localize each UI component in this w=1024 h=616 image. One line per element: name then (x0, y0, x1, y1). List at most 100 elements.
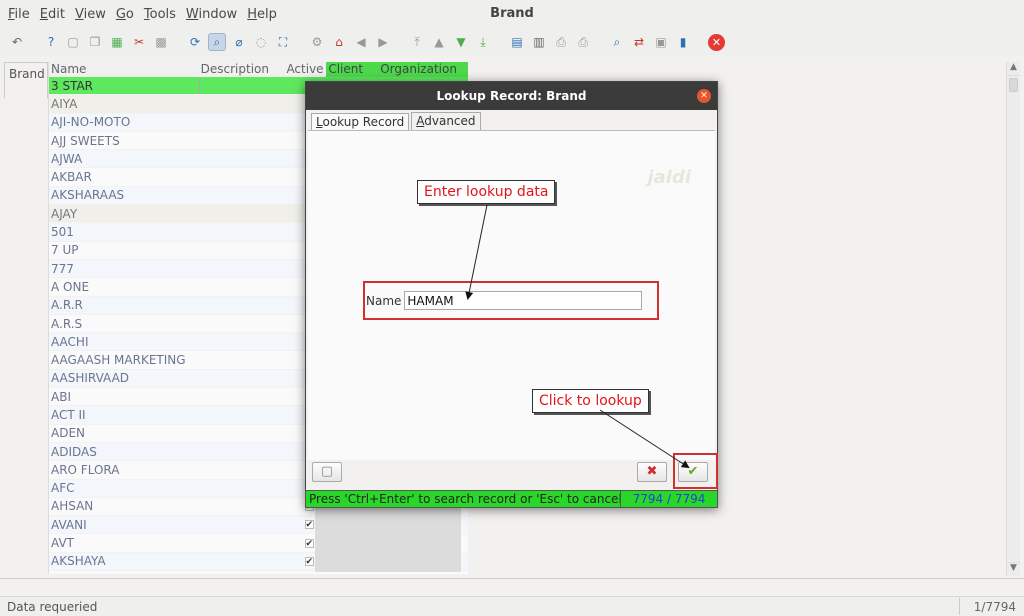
fullscreen-icon[interactable]: ⛶ (274, 33, 292, 51)
column-header-active[interactable]: Active (284, 62, 326, 77)
menu-edit[interactable]: Edit (35, 7, 70, 22)
scroll-up-icon[interactable]: ▲ (1007, 62, 1020, 76)
column-header-description[interactable]: Description (199, 62, 285, 77)
cell-description (199, 516, 299, 533)
cell-name: A ONE (51, 279, 90, 294)
cell-description (199, 223, 299, 240)
cell-name: 3 STAR (51, 78, 94, 93)
cell-description (199, 351, 299, 368)
new-record-button[interactable]: ▢ (312, 462, 342, 482)
tab-brand[interactable]: Brand (4, 62, 48, 98)
active-checkbox[interactable]: ✔ (304, 538, 314, 548)
settings-icon[interactable]: ⚙ (308, 33, 326, 51)
cell-name: AKBAR (51, 170, 92, 185)
column-header-client[interactable]: Client (326, 62, 379, 77)
print-preview-icon[interactable]: ⎙ (574, 33, 592, 51)
cell-description (199, 461, 299, 478)
cell-description (199, 114, 299, 131)
menu-view[interactable]: View (70, 7, 111, 22)
next-icon[interactable]: ▼ (452, 33, 470, 51)
menu-file[interactable]: File (3, 7, 35, 22)
cell-name: 501 (51, 225, 74, 240)
cell-description (199, 315, 299, 332)
vertical-scrollbar[interactable]: ▲ ▼ (1006, 62, 1020, 576)
cell-name: AFC (51, 481, 75, 496)
find-icon[interactable]: ⌕ (208, 33, 226, 51)
product-icon[interactable]: ▣ (652, 33, 670, 51)
dialog-record-count: 7794 / 7794 (621, 490, 718, 508)
cell-description (199, 480, 299, 497)
cell-description (199, 150, 299, 167)
dialog-title-bar: Lookup Record: Brand ✕ (306, 82, 717, 110)
cell-description (199, 260, 299, 277)
cell-name: AKSHARAAS (51, 188, 125, 203)
menu-tools[interactable]: Tools (139, 7, 181, 22)
cell-name: AVANI (51, 517, 87, 532)
close-icon[interactable]: ✕ (697, 89, 711, 103)
cell-name: A.R.R (51, 298, 83, 313)
cell-name: 7 UP (51, 243, 79, 258)
archive-icon[interactable]: ▥ (530, 33, 548, 51)
report-icon[interactable]: ▤ (508, 33, 526, 51)
chat-icon[interactable]: ◌ (252, 33, 270, 51)
name-input[interactable] (404, 291, 643, 310)
cell-name: AIYA (51, 96, 78, 111)
new-icon[interactable]: ▢ (64, 33, 82, 51)
cell-name: ACT II (51, 407, 86, 422)
cell-description (199, 370, 299, 387)
active-checkbox[interactable]: ✔ (304, 556, 314, 566)
refresh-icon[interactable]: ⟳ (186, 33, 204, 51)
cell-name: ARO FLORA (51, 462, 120, 477)
cell-description (199, 333, 299, 350)
cell-description (199, 95, 299, 112)
first-icon[interactable]: ⤒ (408, 33, 426, 51)
scroll-down-icon[interactable]: ▼ (1007, 562, 1020, 576)
column-header-name[interactable]: Name (49, 62, 199, 77)
back-icon[interactable]: ◀ (352, 33, 370, 51)
cell-name: AACHI (51, 334, 89, 349)
cell-name: AAGAASH MARKETING (51, 353, 186, 368)
annotation-frame-ok (673, 453, 718, 489)
column-header-organization[interactable]: Organization (378, 62, 468, 77)
window-icon[interactable]: ▮ (674, 33, 692, 51)
tab-lookup-record[interactable]: Lookup Record (311, 113, 410, 131)
record-count[interactable]: 1/7794 (958, 598, 1020, 615)
annotation-click-lookup: Click to lookup (532, 389, 649, 413)
previous-icon[interactable]: ▲ (430, 33, 448, 51)
cell-name: AVT (51, 536, 74, 551)
dialog-tabs: Lookup Record Advanced (311, 112, 483, 131)
active-checkbox[interactable]: ✔ (304, 520, 314, 530)
cancel-button[interactable]: ✖ (637, 462, 667, 482)
menu-window[interactable]: Window (181, 7, 242, 22)
cell-description (199, 132, 299, 149)
status-bar: Data requeried 1/7794 (0, 596, 1024, 616)
workflow-icon[interactable]: ⇄ (630, 33, 648, 51)
ignore-icon[interactable]: ▩ (152, 33, 170, 51)
zoom-icon[interactable]: ⌕ (608, 33, 626, 51)
scroll-thumb[interactable] (1009, 78, 1018, 92)
copy-icon[interactable]: ❐ (86, 33, 104, 51)
dialog-status-message: Press 'Ctrl+Enter' to search record or '… (305, 490, 621, 508)
attachment-icon[interactable]: ⌀ (230, 33, 248, 51)
tab-advanced[interactable]: Advanced (411, 112, 481, 130)
cell-name: ADIDAS (51, 444, 97, 459)
forward-icon[interactable]: ▶ (374, 33, 392, 51)
cell-description (199, 205, 299, 222)
undo-icon[interactable]: ↶ (8, 33, 26, 51)
cell-name: AJWA (51, 151, 83, 166)
home-icon[interactable]: ⌂ (330, 33, 348, 51)
cell-name: AJJ SWEETS (51, 133, 120, 148)
help-icon[interactable]: ? (42, 33, 60, 51)
menu-help[interactable]: Help (242, 7, 282, 22)
cell-description (199, 242, 299, 259)
exit-icon[interactable]: ✕ (708, 33, 725, 51)
save-icon[interactable]: ▦ (108, 33, 126, 51)
print-icon[interactable]: ⎙ (552, 33, 570, 51)
menu-bar: File Edit View Go Tools Window Help (0, 0, 1024, 28)
last-icon[interactable]: ⤓ (474, 33, 492, 51)
menu-go[interactable]: Go (111, 7, 139, 22)
cell-name: ADEN (51, 426, 86, 441)
delete-icon[interactable]: ✂ (130, 33, 148, 51)
cell-description (199, 297, 299, 314)
name-label: Name (366, 293, 402, 308)
